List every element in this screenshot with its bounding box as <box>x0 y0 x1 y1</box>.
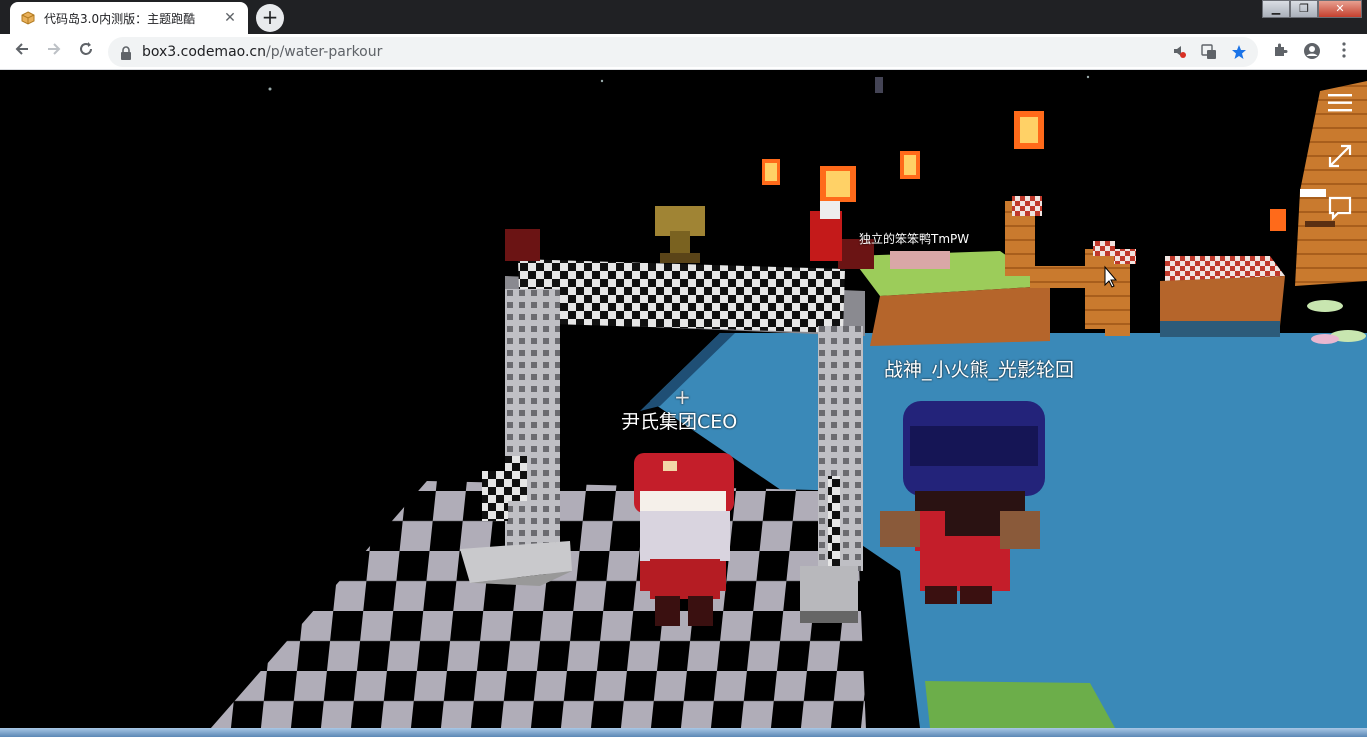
game-viewport[interactable]: + 尹氏集团CEO 战神_小火熊_光影轮回 独立的笨笨鸭TmPW <box>0 71 1367 728</box>
kebab-menu-icon[interactable] <box>1334 42 1354 62</box>
picnic-platform <box>1160 256 1285 337</box>
cube-icon <box>20 10 36 26</box>
chat-icon[interactable] <box>1327 195 1353 221</box>
site-permissions-icon[interactable] <box>1170 44 1188 62</box>
crosshair: + <box>674 385 691 409</box>
browser-tab[interactable]: 代码岛3.0内测版：主题跑酷 ✕ <box>10 2 248 34</box>
stars <box>268 75 1090 93</box>
url-text: box3.codemao.cn/p/water-parkour <box>142 44 383 60</box>
browser-toolbar: box3.codemao.cn/p/water-parkour <box>0 34 1367 70</box>
bookmark-star-icon[interactable] <box>1230 44 1248 62</box>
minimize-button[interactable]: ▁ <box>1262 0 1290 18</box>
back-arrow-icon[interactable] <box>10 40 34 64</box>
player-name-tag: 尹氏集团CEO <box>621 411 738 433</box>
window-close-button[interactable]: ✕ <box>1318 0 1362 18</box>
new-tab-button[interactable]: + <box>256 4 284 32</box>
menu-icon[interactable] <box>1327 90 1353 116</box>
close-icon[interactable]: ✕ <box>222 10 238 26</box>
lily-pads <box>1307 300 1366 344</box>
os-taskbar <box>0 728 1367 737</box>
extensions-puzzle-icon[interactable] <box>1270 42 1290 62</box>
reload-icon[interactable] <box>74 40 98 64</box>
distant-player <box>810 201 842 261</box>
player-name-tag: 独立的笨笨鸭TmPW <box>859 232 970 246</box>
player-name-tag: 战神_小火熊_光影轮回 <box>884 359 1075 381</box>
tab-title: 代码岛3.0内测版：主题跑酷 <box>44 11 196 26</box>
address-bar[interactable]: box3.codemao.cn/p/water-parkour <box>108 37 1258 67</box>
forward-arrow-icon[interactable] <box>42 40 66 64</box>
fullscreen-icon[interactable] <box>1327 143 1353 169</box>
translate-icon[interactable] <box>1200 44 1218 62</box>
lock-icon <box>120 45 134 60</box>
grass-block <box>925 681 1115 728</box>
profile-avatar-icon[interactable] <box>1302 42 1322 62</box>
browser-tab-strip: 代码岛3.0内测版：主题跑酷 ✕ + ▁ ❐ ✕ <box>0 0 1367 34</box>
maximize-button[interactable]: ❐ <box>1290 0 1318 18</box>
